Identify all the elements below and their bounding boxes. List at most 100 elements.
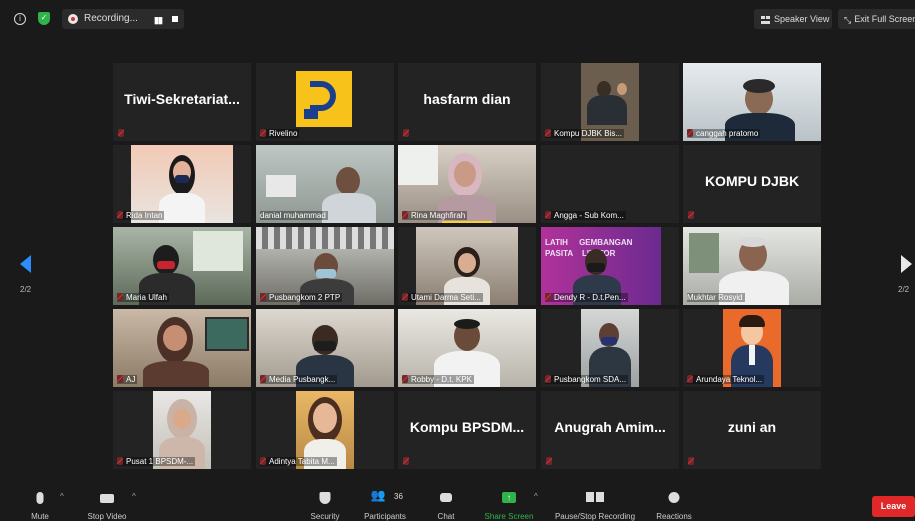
next-page-arrow-icon[interactable] [901,255,912,273]
participant-tile[interactable]: Angga - Sub Kom... [541,145,679,223]
participant-tile[interactable]: Rivelino [256,63,394,141]
participant-tile[interactable]: LATIH GEMBANGAN PASITA LITATOR Dendy R - … [541,227,679,305]
participant-display-name: Kompu BPSDM... [409,419,525,435]
participant-tile[interactable]: Mukhtar Rosyid [683,227,821,305]
exit-full-screen-button[interactable]: ⤡ Exit Full Screen [838,9,915,29]
muted-mic-icon [260,293,266,301]
participant-name-tag: Pusbangkom SDA... [545,375,629,384]
stop-video-button[interactable]: Stop Video [80,488,134,521]
participant-tile[interactable]: Robby - D.t. KPK [398,309,536,387]
pause-stop-recording-button[interactable]: Pause/Stop Recording [550,488,640,521]
participant-name: Rina Maghfirah [411,211,466,220]
participant-name-tag: Adintya Tabita M... [260,457,337,466]
previous-page-arrow-icon[interactable] [20,255,31,273]
muted-mic-icon [260,457,266,465]
participant-name: Kompu DJBK Bis... [554,129,623,138]
participant-name-tag: Rida Intan [117,211,165,220]
muted-mic-icon [117,211,123,219]
participant-name-tag: Angga - Sub Kom... [545,211,626,220]
participant-tile[interactable]: Kompu BPSDM... [398,391,536,469]
speaker-view-button[interactable]: Speaker View [754,9,832,29]
participant-name: Pusbangkom SDA... [554,375,627,384]
participant-tile[interactable]: Utami Darma Seti... [398,227,536,305]
pupr-logo [296,71,352,127]
muted-mic-icon [545,375,551,383]
muted-mic-icon [688,211,694,219]
participant-tile[interactable]: Adintya Tabita M... [256,391,394,469]
participant-name-tag: Rina Maghfirah [402,211,468,220]
participant-tile[interactable]: Anugrah Amim... [541,391,679,469]
participant-tile[interactable]: Kompu DJBK Bis... [541,63,679,141]
participant-name-tag: canggah pratomo [687,129,761,138]
participants-button[interactable]: 👥 36 Participants [356,488,414,521]
participant-tile[interactable]: danial muhammad [256,145,394,223]
participant-tile[interactable]: Pusbangkom SDA... [541,309,679,387]
participant-tile[interactable]: AJ [113,309,251,387]
participant-name-tag: Mukhtar Rosyid [687,293,745,302]
share-screen-button[interactable]: ↑ Share Screen [482,488,536,521]
participant-name: Media Pusbangk... [269,375,336,384]
participant-tile[interactable]: Tiwi-Sekretariat... [113,63,251,141]
participant-display-name: Tiwi-Sekretariat... [124,91,240,107]
info-icon[interactable]: i [14,13,26,25]
muted-mic-icon [403,457,409,465]
participant-name: Pusbangkom 2 PTP [269,293,341,302]
participant-name-tag: Pusat 1 BPSDM-... [117,457,196,466]
muted-mic-icon [687,375,693,383]
reactions-smiley-icon [668,492,680,503]
muted-mic-icon [260,375,266,383]
participant-name: danial muhammad [260,211,326,220]
participant-name-tag: Utami Darma Seti... [402,293,483,302]
security-shield-icon [319,492,331,504]
muted-mic-icon [117,457,123,465]
recording-label: Recording... [84,13,138,24]
participant-tile[interactable]: zuni an [683,391,821,469]
participant-name: Utami Darma Seti... [411,293,481,302]
participant-tile[interactable]: canggah pratomo [683,63,821,141]
microphone-icon [36,492,44,504]
participant-tile[interactable]: Rina Maghfirah [398,145,536,223]
chat-button[interactable]: Chat [430,488,462,521]
participant-tile[interactable]: Media Pusbangk... [256,309,394,387]
muted-mic-icon [118,129,124,137]
participant-name-tag: danial muhammad [260,211,328,220]
encryption-shield-icon[interactable]: ✓ [38,12,50,25]
leave-meeting-button[interactable]: Leave [872,496,915,517]
video-options-caret-icon[interactable]: ^ [132,492,136,501]
participant-display-name: KOMPU DJBK [704,173,800,189]
pause-recording-icon[interactable]: ▮▮ [154,15,163,26]
participant-name: Mukhtar Rosyid [687,293,743,302]
participants-icon: 👥 [370,488,386,502]
muted-mic-icon [402,293,408,301]
muted-mic-icon [117,375,123,383]
page-indicator-left: 2/2 [20,285,32,294]
muted-mic-icon [117,293,123,301]
reactions-button[interactable]: Reactions [652,488,696,521]
participant-name: Arundaya Teknol... [696,375,763,384]
security-button[interactable]: Security [302,488,348,521]
stop-recording-icon[interactable] [172,16,178,22]
participant-tile[interactable]: KOMPU DJBK [683,145,821,223]
muted-mic-icon [545,293,551,301]
participants-count: 36 [394,492,403,501]
chat-bubble-icon [440,493,452,502]
participant-name: Maria Ulfah [126,293,167,302]
participant-tile[interactable]: Pusbangkom 2 PTP [256,227,394,305]
participant-tile[interactable]: Rida Intan [113,145,251,223]
muted-mic-icon [402,375,408,383]
participant-tile[interactable]: Arundaya Teknol... [683,309,821,387]
participant-tile[interactable]: Pusat 1 BPSDM-... [113,391,251,469]
participant-tile[interactable]: hasfarm dian [398,63,536,141]
share-options-caret-icon[interactable]: ^ [534,492,538,501]
muted-mic-icon [402,211,408,219]
participant-name: Angga - Sub Kom... [554,211,624,220]
participant-name: Dendy R - D.t.Pen... [554,293,626,302]
participant-tile[interactable]: Maria Ulfah [113,227,251,305]
muted-mic-icon [545,211,551,219]
muted-mic-icon [546,457,552,465]
participant-name: Robby - D.t. KPK [411,375,472,384]
mute-button[interactable]: Mute [22,488,58,521]
recording-indicator: Recording... ▮▮ [62,9,184,29]
meeting-toolbar: Mute ^ Stop Video ^ Security 👥 36 Partic… [0,484,915,521]
audio-options-caret-icon[interactable]: ^ [60,492,64,501]
